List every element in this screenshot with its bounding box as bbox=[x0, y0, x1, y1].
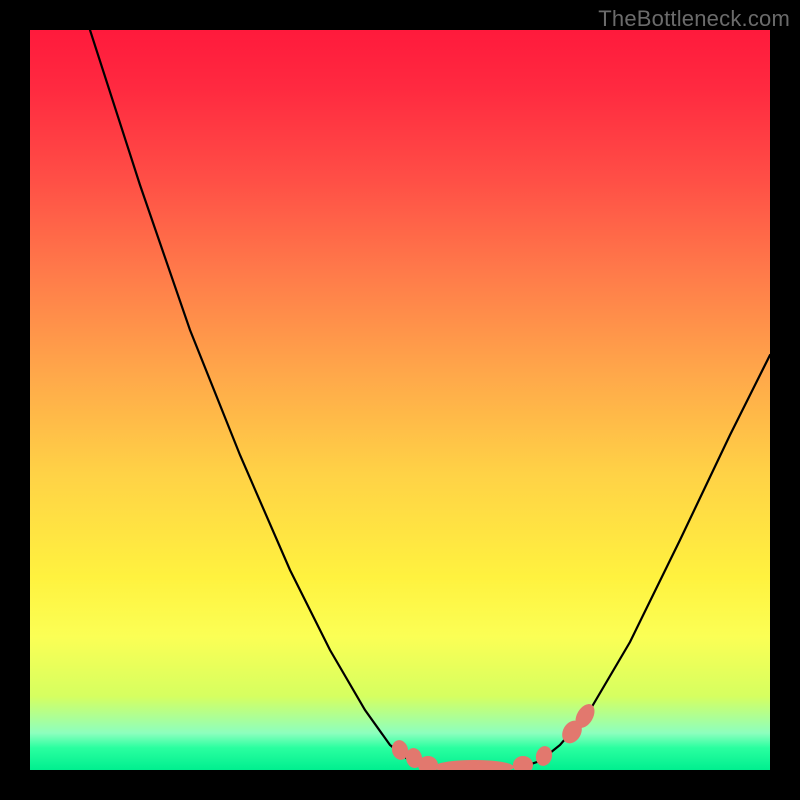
curve-marker bbox=[434, 760, 514, 770]
bottleneck-curve bbox=[30, 30, 770, 770]
curve-line bbox=[90, 30, 770, 767]
watermark-text: TheBottleneck.com bbox=[598, 6, 790, 32]
curve-marker bbox=[513, 756, 533, 770]
curve-marker bbox=[534, 744, 555, 767]
chart-plot-area bbox=[30, 30, 770, 770]
curve-markers bbox=[390, 701, 599, 770]
